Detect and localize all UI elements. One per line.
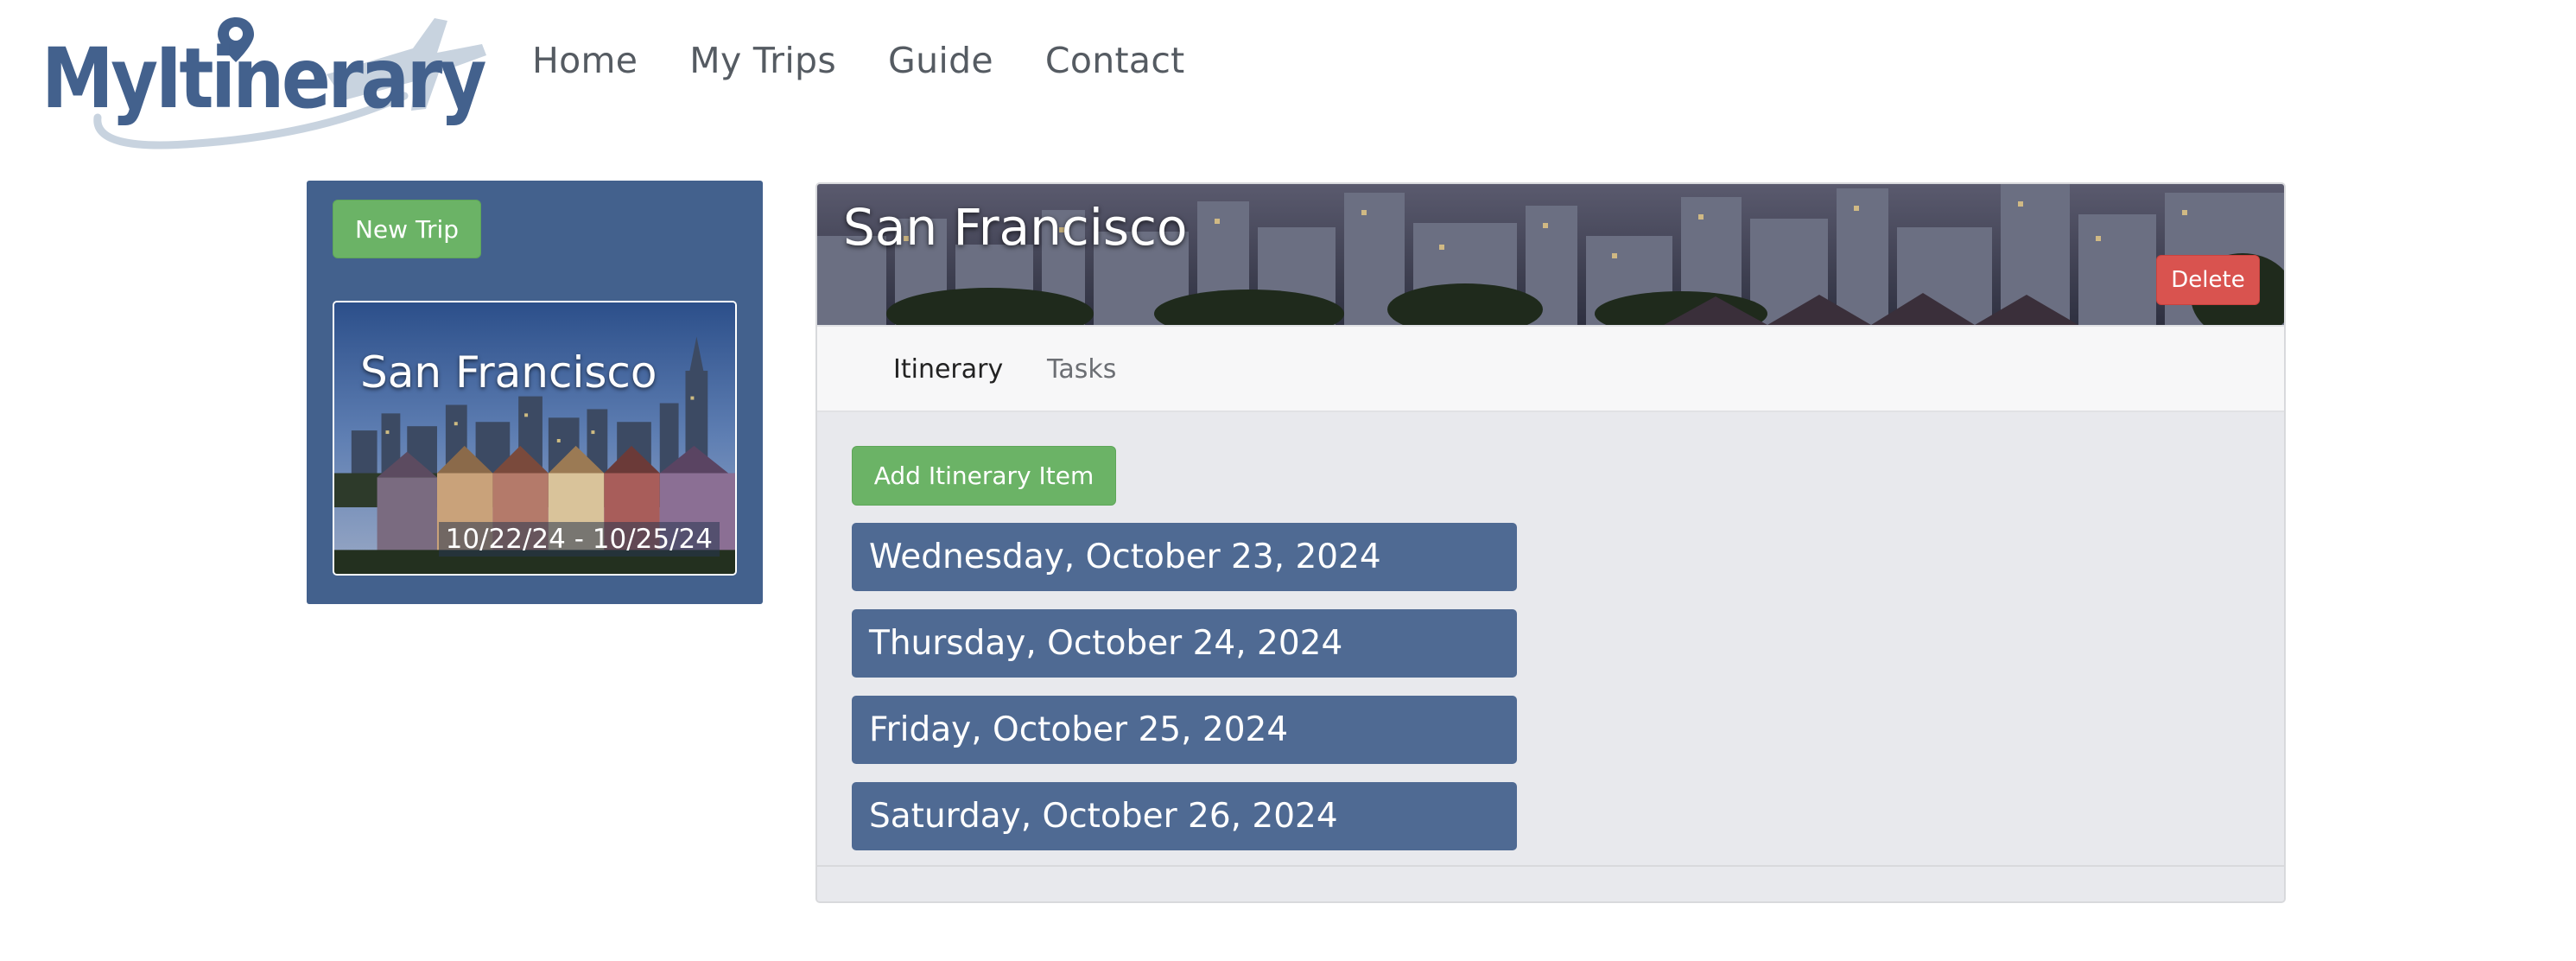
nav-guide[interactable]: Guide bbox=[888, 40, 993, 81]
delete-trip-button[interactable]: Delete bbox=[2156, 255, 2260, 305]
new-trip-button[interactable]: New Trip bbox=[333, 200, 481, 258]
logo-graphic: MyItinerary bbox=[41, 17, 489, 150]
tab-tasks[interactable]: Tasks bbox=[1047, 354, 1116, 385]
trip-title: San Francisco bbox=[843, 198, 1188, 257]
brand-logo[interactable]: MyItinerary bbox=[41, 14, 491, 152]
itinerary-day[interactable]: Wednesday, October 23, 2024 bbox=[852, 523, 1517, 591]
panel-footer bbox=[817, 865, 2284, 901]
itinerary-day[interactable]: Saturday, October 26, 2024 bbox=[852, 782, 1517, 850]
itinerary-day[interactable]: Friday, October 25, 2024 bbox=[852, 696, 1517, 764]
nav-contact[interactable]: Contact bbox=[1045, 40, 1185, 81]
itinerary-day[interactable]: Thursday, October 24, 2024 bbox=[852, 609, 1517, 678]
trip-card-dates: 10/22/24 - 10/25/24 bbox=[438, 522, 720, 557]
nav-home[interactable]: Home bbox=[532, 40, 638, 81]
add-itinerary-item-button[interactable]: Add Itinerary Item bbox=[852, 446, 1116, 506]
trip-card[interactable]: San Francisco 10/22/24 - 10/25/24 bbox=[333, 301, 737, 576]
trip-banner: San Francisco Delete bbox=[817, 184, 2284, 325]
trips-sidebar: New Trip San Francisco 10/22/24 - 10/25/… bbox=[307, 181, 763, 604]
trip-tabs: Itinerary Tasks bbox=[817, 325, 2284, 412]
svg-text:MyItinerary: MyItinerary bbox=[41, 30, 485, 127]
site-header: MyItinerary Home My Trips Guide Contact bbox=[0, 0, 2576, 151]
tab-itinerary[interactable]: Itinerary bbox=[893, 354, 1003, 385]
main-nav: Home My Trips Guide Contact bbox=[532, 40, 1185, 81]
trip-detail-panel: San Francisco Delete Itinerary Tasks Add… bbox=[815, 182, 2286, 903]
trip-card-title: San Francisco bbox=[360, 347, 657, 398]
nav-my-trips[interactable]: My Trips bbox=[689, 40, 836, 81]
itinerary-day-list: Wednesday, October 23, 2024 Thursday, Oc… bbox=[852, 523, 1517, 869]
